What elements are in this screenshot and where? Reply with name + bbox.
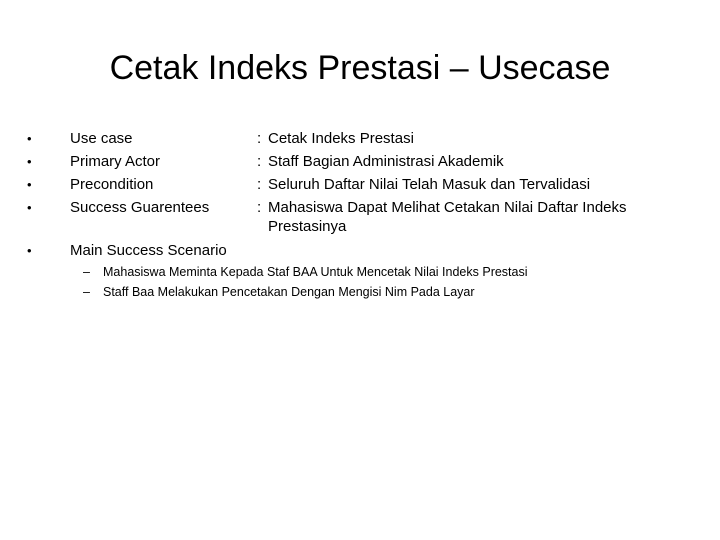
bullet-icon: • [27,154,32,169]
field-colon: : [257,199,262,216]
field-value-text: Staff Bagian Administrasi Akademik [268,153,504,170]
field-value-text: Seluruh Daftar Nilai Telah Masuk dan Ter… [268,176,591,193]
field-label: Primary Actor [70,153,161,170]
dash-icon: – [83,265,90,279]
bullet-icon: • [27,243,32,258]
field-value-text: Mahasiswa Dapat Melihat Cetakan Nilai Da… [268,199,627,216]
field-colon: : [257,153,262,170]
field-label: Precondition [70,176,154,193]
field-value: : Staff Bagian Administrasi Akademik [257,152,667,171]
scenario-step-text: Staff Baa Melakukan Pencetakan Dengan Me… [103,285,475,299]
scenario-step-text: Mahasiswa Meminta Kepada Staf BAA Untuk … [103,265,528,279]
bullet-icon: • [27,131,32,146]
field-value: : Cetak Indeks Prestasi [257,129,667,148]
field-colon: : [257,130,262,147]
bullet-icon: • [27,177,32,192]
field-value: : Seluruh Daftar Nilai Telah Masuk dan Te… [257,175,667,194]
field-label: Use case [70,130,133,147]
slide: Cetak Indeks Prestasi – Usecase • Use ca… [0,0,720,540]
slide-title: Cetak Indeks Prestasi – Usecase [109,49,611,87]
scenario-label: Main Success Scenario [70,242,227,259]
field-value: : Mahasiswa Dapat Melihat Cetakan Nilai D… [257,198,667,236]
dash-icon: – [83,285,90,299]
bullet-icon: • [27,200,32,215]
field-value-text: Cetak Indeks Prestasi [268,130,414,147]
field-label: Success Guarentees [70,199,210,216]
field-colon: : [257,176,262,193]
field-value-continuation: Prestasinya [268,218,347,235]
